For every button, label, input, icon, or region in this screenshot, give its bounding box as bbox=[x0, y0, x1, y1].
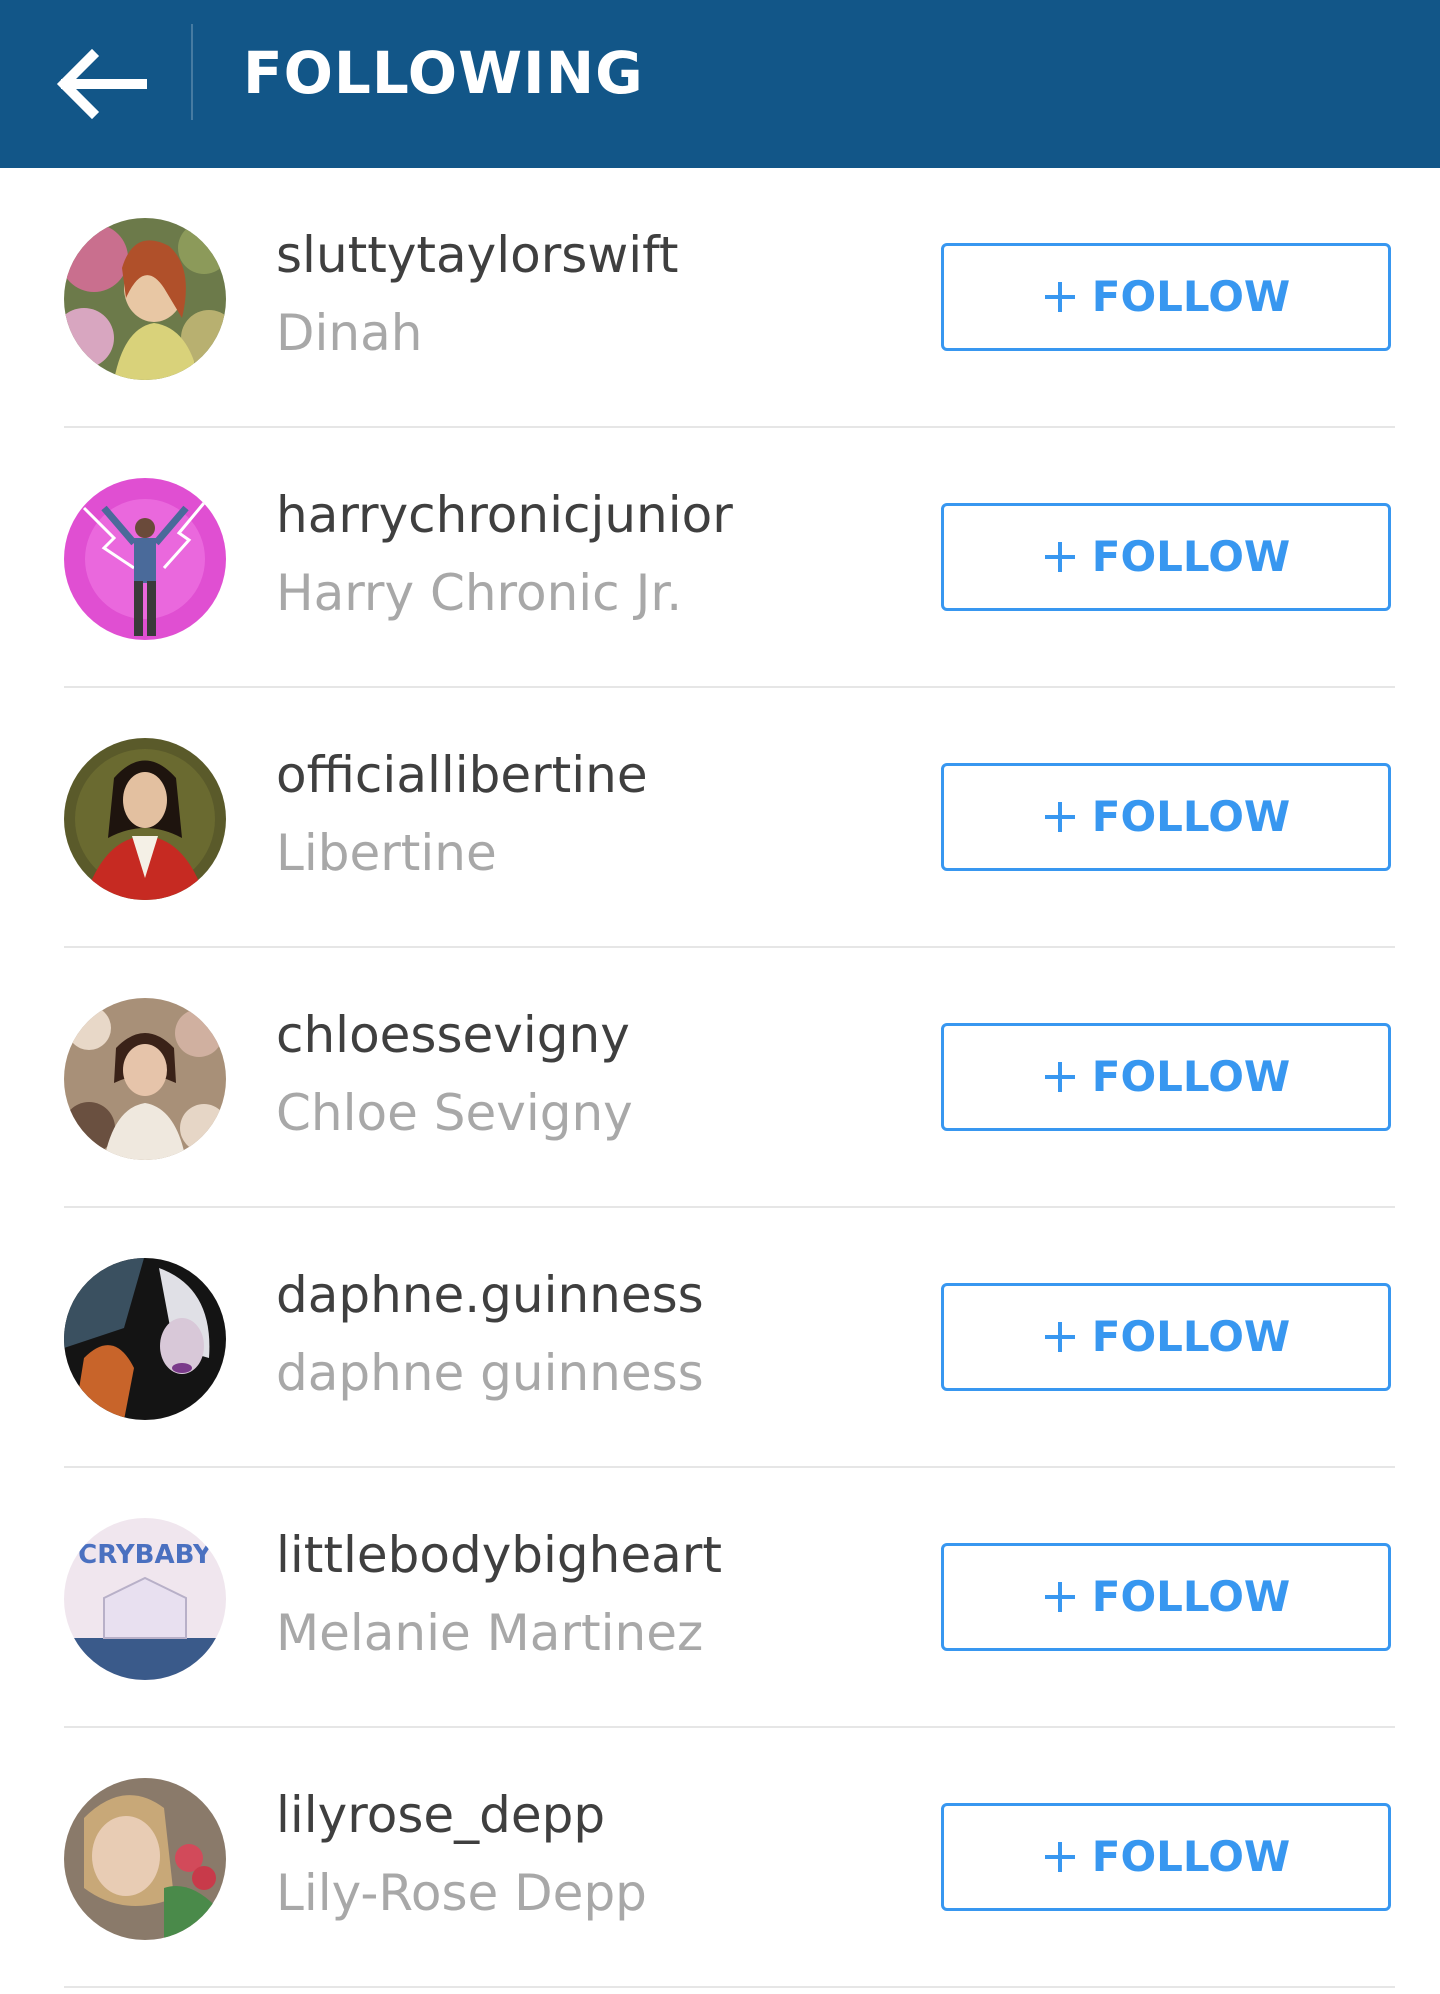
follow-label: FOLLOW bbox=[1091, 272, 1291, 321]
back-arrow-icon bbox=[56, 48, 147, 120]
follow-button[interactable]: FOLLOW bbox=[941, 1283, 1391, 1391]
username[interactable]: littlebodybigheart bbox=[276, 1526, 722, 1584]
follow-label: FOLLOW bbox=[1091, 1052, 1291, 1101]
plus-icon bbox=[1044, 282, 1075, 312]
avatar[interactable] bbox=[64, 478, 226, 640]
follow-label: FOLLOW bbox=[1091, 1572, 1291, 1621]
avatar[interactable]: CRYBABY bbox=[64, 1518, 226, 1680]
full-name: Melanie Martinez bbox=[276, 1604, 704, 1662]
username[interactable]: harrychronicjunior bbox=[276, 486, 733, 544]
list-item: lilyrose_depp Lily-Rose Depp FOLLOW bbox=[0, 1728, 1440, 1988]
following-list: sluttytaylorswift Dinah FOLLOW harrychro… bbox=[0, 168, 1440, 1988]
plus-icon bbox=[1044, 542, 1075, 572]
username[interactable]: lilyrose_depp bbox=[276, 1786, 605, 1844]
full-name: Lily-Rose Depp bbox=[276, 1864, 647, 1922]
follow-label: FOLLOW bbox=[1091, 532, 1291, 581]
follow-button[interactable]: FOLLOW bbox=[941, 763, 1391, 871]
follow-label: FOLLOW bbox=[1091, 792, 1291, 841]
list-item: daphne.guinness daphne guinness FOLLOW bbox=[0, 1208, 1440, 1468]
full-name: Libertine bbox=[276, 824, 497, 882]
plus-icon bbox=[1044, 1322, 1075, 1352]
avatar[interactable] bbox=[64, 218, 226, 380]
full-name: Harry Chronic Jr. bbox=[276, 564, 683, 622]
follow-button[interactable]: FOLLOW bbox=[941, 503, 1391, 611]
username[interactable]: chloessevigny bbox=[276, 1006, 630, 1064]
header-bar: FOLLOWING bbox=[0, 0, 1440, 168]
row-divider bbox=[64, 1986, 1395, 1988]
list-item: CRYBABY littlebodybigheart Melanie Marti… bbox=[0, 1468, 1440, 1728]
follow-button[interactable]: FOLLOW bbox=[941, 1803, 1391, 1911]
follow-button[interactable]: FOLLOW bbox=[941, 243, 1391, 351]
follow-label: FOLLOW bbox=[1091, 1312, 1291, 1361]
avatar[interactable] bbox=[64, 1258, 226, 1420]
full-name: Dinah bbox=[276, 304, 423, 362]
list-item: sluttytaylorswift Dinah FOLLOW bbox=[0, 168, 1440, 428]
follow-label: FOLLOW bbox=[1091, 1832, 1291, 1881]
full-name: Chloe Sevigny bbox=[276, 1084, 633, 1142]
list-item: officiallibertine Libertine FOLLOW bbox=[0, 688, 1440, 948]
plus-icon bbox=[1044, 1582, 1075, 1612]
list-item: harrychronicjunior Harry Chronic Jr. FOL… bbox=[0, 428, 1440, 688]
username[interactable]: daphne.guinness bbox=[276, 1266, 704, 1324]
plus-icon bbox=[1044, 1062, 1075, 1092]
avatar[interactable] bbox=[64, 738, 226, 900]
page-title: FOLLOWING bbox=[243, 39, 644, 107]
follow-button[interactable]: FOLLOW bbox=[941, 1023, 1391, 1131]
follow-button[interactable]: FOLLOW bbox=[941, 1543, 1391, 1651]
header-divider bbox=[191, 24, 193, 120]
list-item: chloessevigny Chloe Sevigny FOLLOW bbox=[0, 948, 1440, 1208]
username[interactable]: sluttytaylorswift bbox=[276, 226, 678, 284]
back-button[interactable] bbox=[30, 14, 170, 154]
avatar[interactable] bbox=[64, 1778, 226, 1940]
crybaby-logo-text: CRYBABY bbox=[78, 1540, 213, 1570]
plus-icon bbox=[1044, 802, 1075, 832]
plus-icon bbox=[1044, 1842, 1075, 1872]
avatar[interactable] bbox=[64, 998, 226, 1160]
full-name: daphne guinness bbox=[276, 1344, 704, 1402]
username[interactable]: officiallibertine bbox=[276, 746, 648, 804]
